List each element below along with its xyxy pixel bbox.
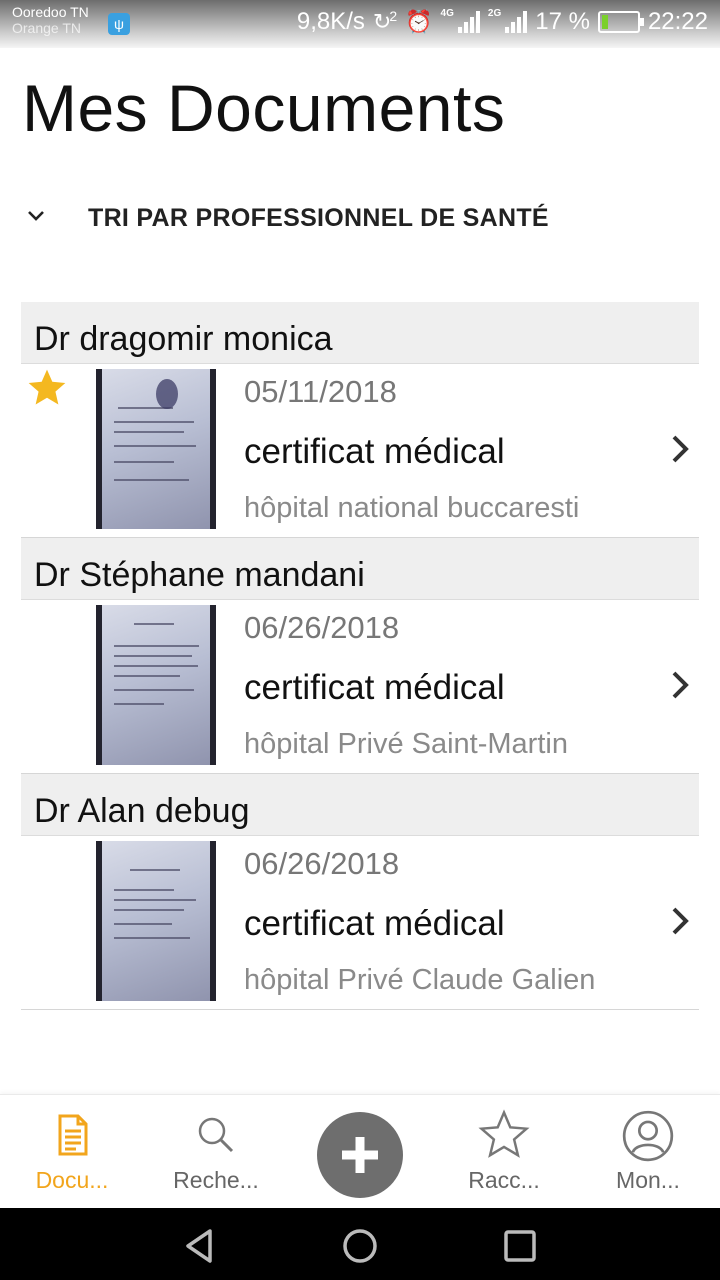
signal-icon — [505, 11, 528, 33]
chevron-right-icon — [672, 671, 689, 699]
document-row[interactable]: 05/11/2018 certificat médical hôpital na… — [21, 364, 699, 538]
home-icon[interactable] — [340, 1226, 380, 1266]
document-type: certificat médical — [244, 904, 505, 943]
tab-label: Reche... — [173, 1167, 259, 1193]
tab-label: Docu... — [35, 1167, 109, 1193]
document-list: Dr dragomir monica 05/11/2018 certificat… — [21, 302, 699, 1010]
add-document-button[interactable] — [317, 1112, 403, 1198]
signal-icon — [457, 11, 480, 33]
network-speed: 9,8K/s — [296, 8, 365, 35]
chevron-right-icon — [672, 907, 689, 935]
clock: 22:22 — [647, 8, 708, 35]
document-row[interactable]: 06/26/2018 certificat médical hôpital Pr… — [21, 836, 699, 1010]
doctor-name: Dr Stéphane mandani — [34, 556, 365, 594]
tab-documents[interactable]: Docu... — [12, 1095, 132, 1209]
carrier-1: Ooredoo TN — [12, 4, 89, 20]
status-indicators: 9,8K/s ↻ 2 ⏰ 4G 2G 17 % 22:22 — [297, 8, 708, 36]
document-type: certificat médical — [244, 668, 505, 707]
chevron-down-icon — [28, 211, 44, 221]
user-circle-icon — [622, 1110, 674, 1162]
sort-label: TRI PAR PROFESSIONNEL DE SANTÉ — [88, 204, 549, 232]
plus-icon — [342, 1137, 378, 1173]
alarm-icon: ⏰ — [405, 9, 433, 34]
tab-shortcuts[interactable]: Racc... — [444, 1095, 564, 1209]
tab-label: Mon... — [616, 1167, 680, 1193]
document-place: hôpital Privé Saint-Martin — [244, 728, 568, 760]
document-thumbnail — [96, 841, 216, 1001]
doctor-group-header: Dr Alan debug — [21, 774, 699, 836]
tab-account[interactable]: Mon... — [588, 1095, 708, 1209]
document-date: 06/26/2018 — [244, 610, 400, 645]
network-type-2: 2G — [487, 8, 502, 19]
sim-badge: 2 — [389, 8, 398, 24]
document-date: 06/26/2018 — [244, 846, 400, 881]
document-row[interactable]: 06/26/2018 certificat médical hôpital Pr… — [21, 600, 699, 774]
tab-search[interactable]: Reche... — [156, 1095, 276, 1209]
carrier-names: Ooredoo TN Orange TN — [12, 4, 89, 36]
doctor-name: Dr dragomir monica — [34, 320, 333, 358]
sort-toggle[interactable]: TRI PAR PROFESSIONNEL DE SANTÉ — [0, 190, 720, 250]
tab-label: Racc... — [468, 1167, 540, 1193]
chevron-right-icon — [672, 435, 689, 463]
document-place: hôpital Privé Claude Galien — [244, 964, 596, 996]
carrier-2: Orange TN — [12, 20, 81, 36]
document-thumbnail — [96, 605, 216, 765]
document-date: 05/11/2018 — [244, 374, 397, 409]
back-icon[interactable] — [180, 1226, 220, 1266]
star-outline-icon — [478, 1109, 530, 1158]
document-thumbnail — [96, 369, 216, 529]
page-title: Mes Documents — [22, 71, 506, 145]
status-bar: Ooredoo TN Orange TN ψ 9,8K/s ↻ 2 ⏰ 4G 2… — [0, 0, 720, 48]
bottom-navigation: Docu... Reche... Racc... Mon... — [0, 1094, 720, 1208]
usb-icon: ψ — [108, 13, 130, 35]
recent-apps-icon[interactable] — [500, 1226, 540, 1266]
document-type: certificat médical — [244, 432, 505, 471]
system-navigation-bar — [0, 1208, 720, 1280]
search-icon — [198, 1117, 234, 1153]
doctor-group-header: Dr Stéphane mandani — [21, 538, 699, 600]
battery-percent: 17 % — [535, 8, 590, 35]
network-type-1: 4G — [440, 8, 454, 19]
document-icon — [58, 1114, 88, 1156]
doctor-group-header: Dr dragomir monica — [21, 302, 699, 364]
battery-charging-icon — [597, 11, 644, 33]
doctor-name: Dr Alan debug — [34, 792, 250, 830]
favorite-star-icon[interactable] — [25, 366, 69, 410]
document-place: hôpital national buccaresti — [244, 492, 580, 524]
